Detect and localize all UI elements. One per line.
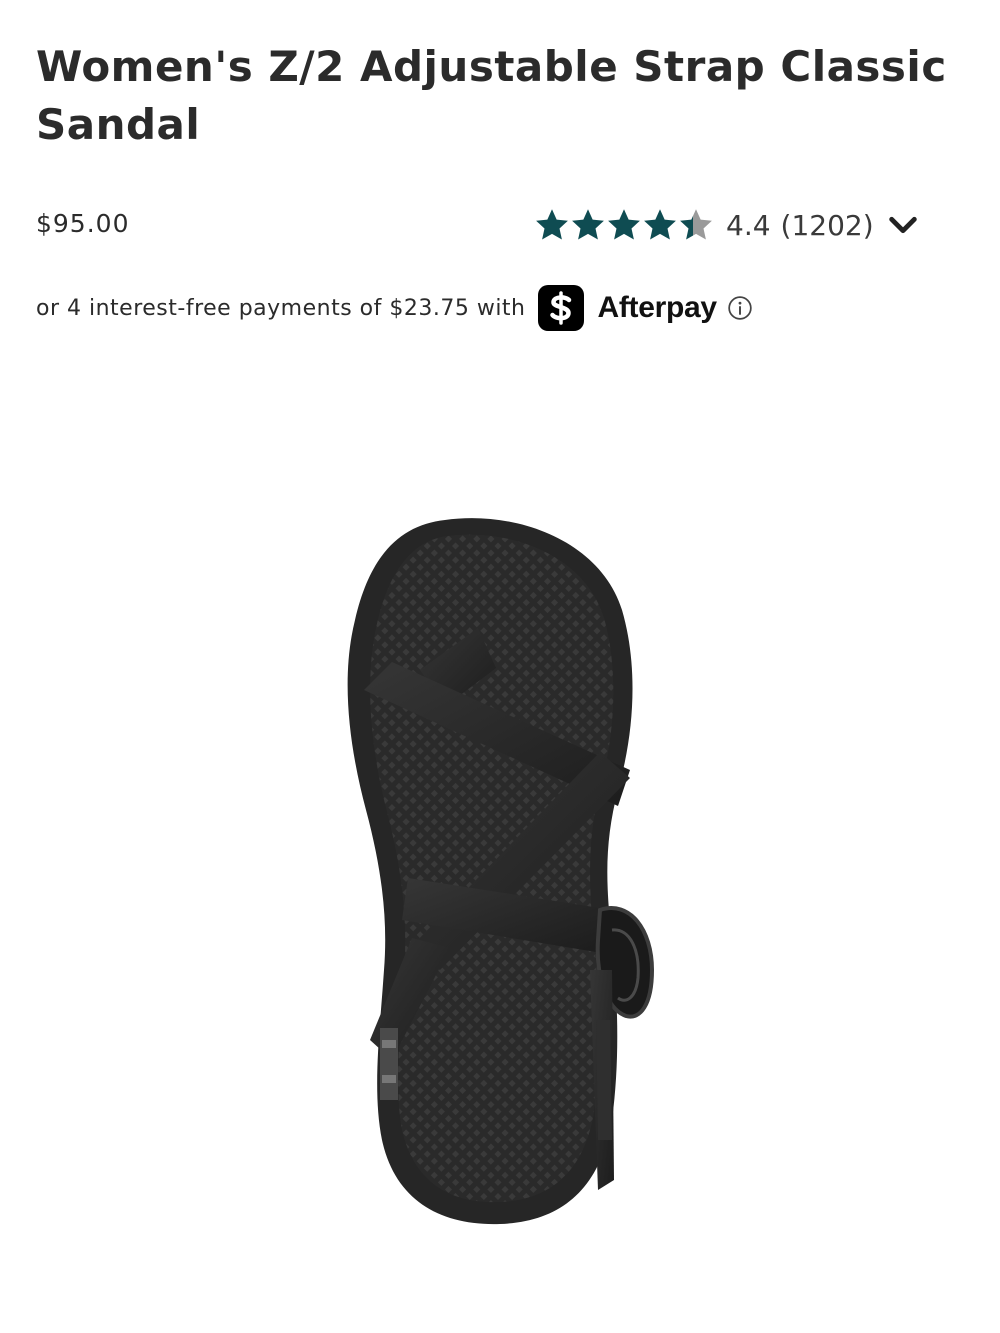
rating-value: 4.4 — [726, 208, 771, 242]
chevron-down-icon[interactable] — [886, 208, 920, 242]
cash-app-icon — [537, 285, 584, 331]
info-icon[interactable] — [727, 295, 753, 321]
star-rating — [534, 207, 714, 243]
star-icon — [680, 209, 712, 240]
rating-summary[interactable]: 4.4 (1202) — [534, 203, 920, 247]
afterpay-logo-text: Afterpay — [597, 291, 718, 324]
star-icon — [644, 209, 676, 240]
sandal-image — [347, 518, 655, 1225]
afterpay-installments: or 4 interest-free payments of $23.75 wi… — [36, 284, 753, 332]
star-icon — [608, 209, 640, 240]
star-icon — [536, 209, 568, 240]
installment-text: or 4 interest-free payments of $23.75 wi… — [36, 295, 526, 321]
product-price: $95.00 — [36, 209, 130, 238]
star-icon — [572, 209, 604, 240]
product-title: Women's Z/2 Adjustable Strap Classic San… — [36, 42, 947, 149]
review-count: (1202) — [780, 208, 874, 242]
